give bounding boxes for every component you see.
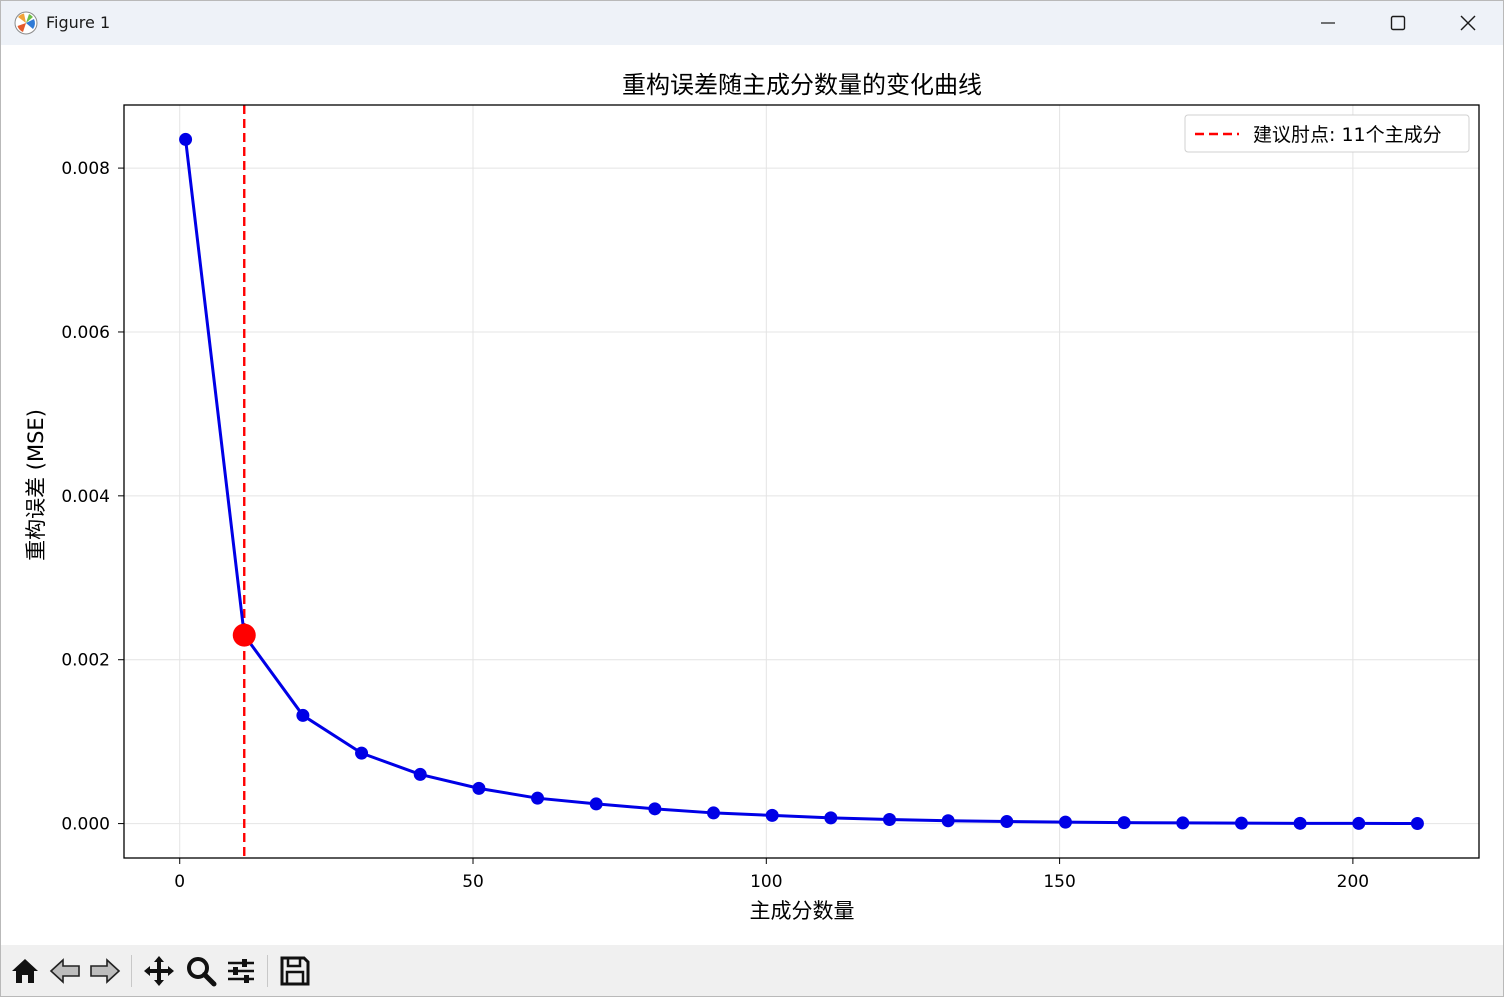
figure-window: Figure 1 重构误差随主成分数量的变化曲线 0 50 100 150 200 0.0… <box>0 0 1504 997</box>
navigation-toolbar <box>1 945 1503 996</box>
data-point <box>1352 816 1366 830</box>
series-line <box>184 139 1418 826</box>
figure-canvas[interactable]: 重构误差随主成分数量的变化曲线 0 50 100 150 200 0.000 0.002 0.… <box>1 45 1503 945</box>
data-point <box>707 806 721 820</box>
axes: 0 50 100 150 200 0.000 0.002 0.004 0.006 0.008 <box>61 104 1480 892</box>
maximize-button[interactable] <box>1363 1 1433 45</box>
forward-button[interactable] <box>87 953 123 989</box>
data-point <box>296 708 310 722</box>
grid <box>124 105 1479 858</box>
data-point <box>355 746 369 760</box>
pan-button[interactable] <box>141 953 177 989</box>
home-button[interactable] <box>7 953 43 989</box>
close-button[interactable] <box>1433 1 1503 45</box>
y-tick-label: 0.000 <box>61 815 110 835</box>
forward-icon <box>90 958 121 984</box>
minimize-icon <box>1321 22 1335 24</box>
legend: 建议肘点: 11个主成分 <box>1184 114 1470 153</box>
data-point <box>941 814 955 828</box>
maximize-icon <box>1390 15 1406 31</box>
minimize-button[interactable] <box>1293 1 1363 45</box>
y-tick-label: 0.008 <box>61 159 110 179</box>
data-point <box>648 802 662 816</box>
toolbar-separator <box>131 955 132 987</box>
line-chart: 重构误差随主成分数量的变化曲线 0 50 100 150 200 0.000 0.002 0.… <box>24 71 1480 923</box>
y-tick-label: 0.006 <box>61 323 110 343</box>
data-point <box>882 812 896 826</box>
x-tick-label: 50 <box>462 872 484 892</box>
data-point <box>824 811 838 825</box>
x-tick-label: 0 <box>174 872 185 892</box>
data-point <box>179 132 193 146</box>
y-axis-label: 重构误差 (MSE) <box>24 409 48 561</box>
series-layer <box>179 105 1424 858</box>
data-point <box>1410 817 1424 831</box>
x-tick-label: 200 <box>1337 872 1369 892</box>
back-icon <box>49 958 80 984</box>
data-point <box>1293 816 1307 830</box>
toolbar-separator <box>267 955 268 987</box>
data-point <box>1176 816 1190 830</box>
title-bar: Figure 1 <box>1 1 1503 45</box>
data-point <box>413 767 427 781</box>
y-tick-label: 0.004 <box>61 487 110 507</box>
close-icon <box>1460 15 1476 31</box>
pan-icon <box>144 956 174 986</box>
configure-icon <box>228 959 254 983</box>
data-point <box>1058 815 1072 829</box>
configure-button[interactable] <box>223 953 259 989</box>
x-tick-label: 100 <box>750 872 782 892</box>
zoom-icon <box>187 957 217 987</box>
chart-title: 重构误差随主成分数量的变化曲线 <box>622 71 982 99</box>
data-point <box>1000 815 1014 829</box>
window-title: Figure 1 <box>46 13 111 32</box>
data-point <box>589 797 603 811</box>
data-point <box>1117 816 1131 830</box>
elbow-point <box>232 623 256 647</box>
axes-frame <box>123 104 1480 859</box>
x-axis-label: 主成分数量 <box>750 899 855 923</box>
data-point <box>472 781 486 795</box>
zoom-button[interactable] <box>183 953 219 989</box>
matplotlib-icon <box>14 11 38 35</box>
save-button[interactable] <box>277 953 313 989</box>
data-point <box>1234 816 1248 830</box>
save-icon <box>280 956 310 986</box>
home-icon <box>12 959 38 983</box>
back-button[interactable] <box>47 953 83 989</box>
y-tick-label: 0.002 <box>61 651 110 671</box>
legend-label: 建议肘点: 11个主成分 <box>1253 124 1442 146</box>
x-tick-label: 150 <box>1043 872 1075 892</box>
data-point <box>531 791 545 805</box>
data-point <box>765 808 779 822</box>
